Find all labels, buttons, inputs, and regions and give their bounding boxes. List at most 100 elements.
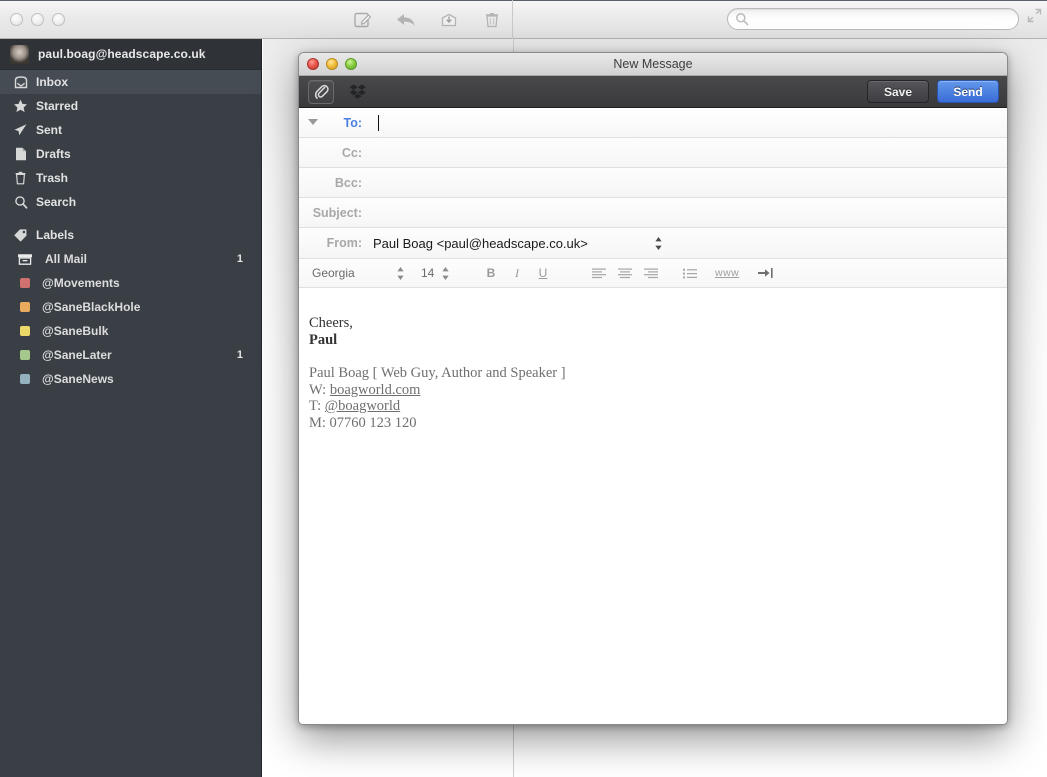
font-family-stepper-icon[interactable] [396,266,405,281]
signature-twitter-link[interactable]: @boagworld [325,398,400,414]
subject-input[interactable] [365,199,1007,227]
sidebar-label-name: @Movements [42,276,243,290]
label-color-swatch [20,302,30,312]
archive-icon[interactable] [436,7,462,32]
save-button[interactable]: Save [867,80,929,103]
align-right-icon[interactable] [638,262,664,284]
compose-icon[interactable] [350,7,376,32]
document-icon [12,146,29,162]
field-label-from: From: [299,236,365,250]
field-label-cc: Cc: [299,146,365,160]
sidebar-label-sanebulk[interactable]: @SaneBulk [0,319,261,343]
label-color-swatch [20,326,30,336]
insert-link-button[interactable]: www [715,267,739,279]
list-group [677,262,703,284]
compose-titlebar[interactable]: New Message [299,53,1007,76]
dropbox-button[interactable] [347,81,369,103]
star-icon [12,98,29,114]
from-stepper-icon[interactable] [654,236,663,251]
sidebar-section-labels[interactable]: Labels [0,223,261,247]
to-input[interactable] [365,109,1007,137]
compose-window-title: New Message [299,53,1007,76]
align-left-icon[interactable] [586,262,612,284]
sidebar-label-name: @SaneBulk [42,324,243,338]
sidebar-label-saneblackhole[interactable]: @SaneBlackHole [0,295,261,319]
toolbar-action-icons [350,7,505,32]
sidebar-label-name: All Mail [45,252,237,266]
send-icon [12,122,29,138]
zoom-button[interactable] [52,13,65,26]
signature-web-link[interactable]: boagworld.com [330,382,421,398]
sidebar-label-count: 1 [237,349,243,361]
italic-button[interactable]: I [504,262,530,284]
sidebar-item-label: Inbox [36,75,68,89]
signature-twitter-prefix: T: [309,398,325,414]
field-row-cc[interactable]: Cc: [299,138,1007,168]
dropbox-icon [349,83,367,100]
bcc-input[interactable] [365,169,1007,197]
sidebar-item-label: Sent [36,123,62,137]
sidebar-item-trash[interactable]: Trash [0,166,261,190]
label-color-swatch [20,374,30,384]
indent-icon[interactable] [755,263,777,283]
field-row-from[interactable]: From: Paul Boag <paul@headscape.co.uk> [299,228,1007,259]
search-input[interactable] [727,8,1019,30]
paperclip-icon [314,83,329,100]
main-window-traffic-lights[interactable] [10,13,65,26]
field-row-subject[interactable]: Subject: [299,198,1007,228]
fullscreen-icon[interactable] [1027,8,1042,23]
body-closing: Cheers, [309,315,983,332]
sidebar-label-name: @SaneLater [42,348,237,362]
field-label-bcc: Bcc: [299,176,365,190]
trash-icon[interactable] [479,7,505,32]
sidebar-item-starred[interactable]: Starred [0,94,261,118]
font-size-value[interactable]: 14 [421,266,441,280]
sidebar-item-label: Search [36,195,76,209]
sidebar-label-sanelater[interactable]: @SaneLater 1 [0,343,261,367]
minimize-button[interactable] [31,13,44,26]
tag-icon [12,227,29,243]
inbox-icon [12,74,29,90]
search-field-wrapper[interactable] [727,8,1019,30]
sidebar-spacer [0,214,261,223]
text-caret [378,115,379,131]
attach-file-button[interactable] [308,80,334,104]
sidebar-label-all-mail[interactable]: All Mail 1 [0,247,261,271]
align-center-icon[interactable] [612,262,638,284]
compose-message-window[interactable]: New Message Save Send [298,52,1008,725]
signature-line-twitter: T: @boagworld [309,398,983,415]
body-spacer [309,348,983,365]
mail-application-window: paul.boag@headscape.co.uk Inbox Starred [0,0,1047,777]
sidebar-label-sanenews[interactable]: @SaneNews [0,367,261,391]
chevron-down-icon[interactable] [308,119,318,125]
bold-button[interactable]: B [478,262,504,284]
reply-icon[interactable] [393,7,419,32]
field-row-to[interactable]: To: [299,108,1007,138]
account-email: paul.boag@headscape.co.uk [38,47,206,61]
field-label-subject: Subject: [299,206,365,220]
sidebar-item-sent[interactable]: Sent [0,118,261,142]
font-size-stepper-icon[interactable] [441,266,450,281]
bulleted-list-icon[interactable] [677,262,703,284]
close-button[interactable] [10,13,23,26]
sidebar-item-search[interactable]: Search [0,190,261,214]
sidebar-item-inbox[interactable]: Inbox [0,70,261,94]
send-button[interactable]: Send [937,80,999,103]
sidebar-label-movements[interactable]: @Movements [0,271,261,295]
underline-button[interactable]: U [530,262,556,284]
message-body-editor[interactable]: Cheers, Paul Paul Boag [ Web Guy, Author… [299,288,1007,725]
sidebar-item-drafts[interactable]: Drafts [0,142,261,166]
label-color-swatch [20,278,30,288]
main-toolbar [0,0,1047,39]
search-icon [12,194,29,210]
sidebar-item-label: Drafts [36,147,71,161]
toolbar-divider [512,0,513,39]
font-family-value[interactable]: Georgia [312,266,396,280]
cc-input[interactable] [365,139,1007,167]
sidebar: paul.boag@headscape.co.uk Inbox Starred [0,39,262,777]
field-row-bcc[interactable]: Bcc: [299,168,1007,198]
from-selected-value[interactable]: Paul Boag <paul@headscape.co.uk> [373,236,588,251]
sidebar-label-name: @SaneBlackHole [42,300,243,314]
trash-icon [12,170,29,186]
account-row[interactable]: paul.boag@headscape.co.uk [0,39,261,70]
